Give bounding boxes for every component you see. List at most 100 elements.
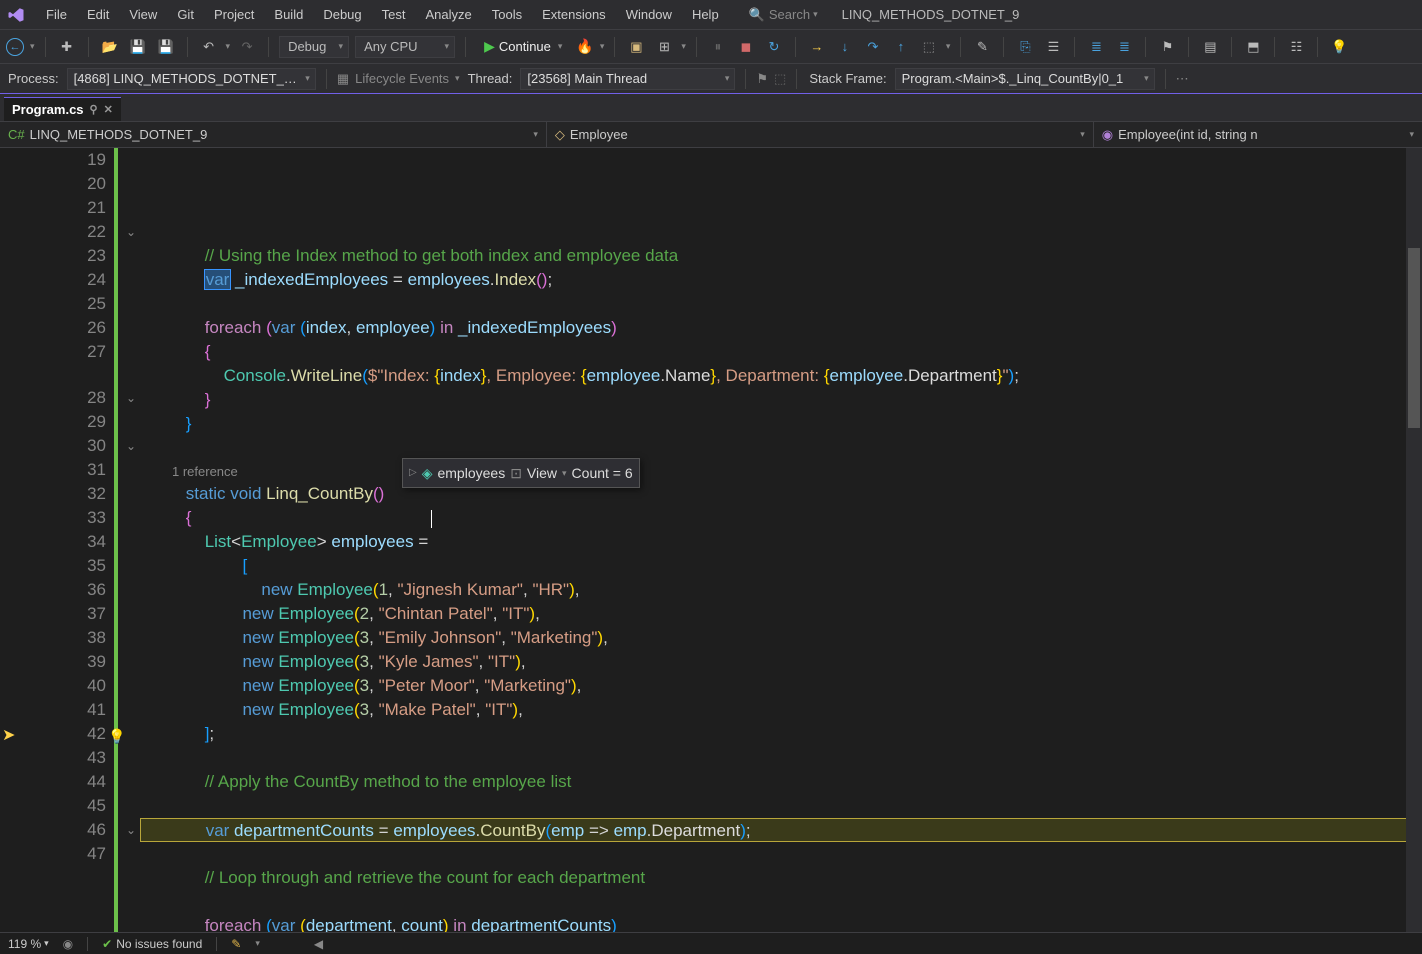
- code-line[interactable]: [140, 890, 1422, 914]
- toolbar-icon[interactable]: ✎: [971, 36, 993, 58]
- chevron-down-icon[interactable]: ▾: [600, 41, 605, 52]
- restart-button[interactable]: ↻: [763, 36, 785, 58]
- toolbar-icon[interactable]: ⬒: [1242, 36, 1264, 58]
- codelens-line[interactable]: 1 reference: [140, 460, 1422, 482]
- menu-tools[interactable]: Tools: [482, 3, 532, 26]
- code-line[interactable]: var _indexedEmployees = employees.Index(…: [140, 268, 1422, 292]
- menu-extensions[interactable]: Extensions: [532, 3, 616, 26]
- pin-icon[interactable]: ⚲: [90, 103, 98, 116]
- tab-program-cs[interactable]: Program.cs ⚲ ✕: [4, 97, 121, 121]
- save-button[interactable]: 💾: [127, 36, 149, 58]
- menu-file[interactable]: File: [36, 3, 77, 26]
- zoom-control[interactable]: 119 % ▾: [8, 937, 49, 951]
- scroll-left-icon[interactable]: ◀: [314, 937, 323, 951]
- code-line[interactable]: [140, 292, 1422, 316]
- hot-reload-button[interactable]: 🔥: [576, 38, 593, 55]
- menu-debug[interactable]: Debug: [313, 3, 371, 26]
- code-line[interactable]: [140, 842, 1422, 866]
- issues-indicator[interactable]: ✔ No issues found: [102, 937, 202, 951]
- code-line[interactable]: new Employee(3, "Make Patel", "IT"),: [140, 698, 1422, 722]
- view-icon[interactable]: ⊡: [510, 461, 522, 485]
- code-area[interactable]: ▷ ◈ employees ⊡ View ▾ Count = 6 // Usin…: [140, 148, 1422, 932]
- menu-edit[interactable]: Edit: [77, 3, 119, 26]
- code-line[interactable]: [140, 436, 1422, 460]
- open-folder-button[interactable]: 📂: [99, 36, 121, 58]
- menu-test[interactable]: Test: [372, 3, 416, 26]
- menu-view[interactable]: View: [119, 3, 167, 26]
- code-line[interactable]: new Employee(3, "Peter Moor", "Marketing…: [140, 674, 1422, 698]
- toolbar-icon[interactable]: ⬚: [774, 71, 786, 87]
- menu-analyze[interactable]: Analyze: [415, 3, 481, 26]
- code-line[interactable]: static void Linq_CountBy(): [140, 482, 1422, 506]
- undo-button[interactable]: ↶: [198, 36, 220, 58]
- save-all-button[interactable]: 💾: [155, 36, 177, 58]
- toolbar-icon[interactable]: ▤: [1199, 36, 1221, 58]
- status-icon[interactable]: ◉: [63, 937, 73, 951]
- code-line[interactable]: [140, 794, 1422, 818]
- close-icon[interactable]: ✕: [104, 103, 113, 116]
- chevron-down-icon[interactable]: ▾: [30, 41, 35, 52]
- chevron-down-icon[interactable]: ▾: [946, 41, 951, 52]
- show-next-statement-button[interactable]: →: [806, 36, 828, 58]
- continue-button[interactable]: ▶ Continue ▾: [476, 36, 570, 57]
- nav-project[interactable]: C# LINQ_METHODS_DOTNET_9: [0, 122, 547, 147]
- config-dropdown[interactable]: Debug: [279, 36, 349, 58]
- datatip-view[interactable]: View: [527, 461, 557, 485]
- search-box[interactable]: 🔍 Search ▾: [749, 7, 818, 23]
- code-line[interactable]: // Using the Index method to get both in…: [140, 244, 1422, 268]
- code-line[interactable]: new Employee(2, "Chintan Patel", "IT"),: [140, 602, 1422, 626]
- fold-column[interactable]: ⌄⌄⌄⌄: [122, 148, 140, 932]
- step-over-button[interactable]: ↷: [862, 36, 884, 58]
- platform-dropdown[interactable]: Any CPU: [355, 36, 455, 58]
- vertical-scrollbar[interactable]: [1406, 148, 1422, 932]
- code-line[interactable]: var departmentCounts = employees.CountBy…: [140, 818, 1422, 842]
- bookmark-button[interactable]: ⚑: [1156, 36, 1178, 58]
- toolbar-icon[interactable]: ⎘: [1014, 36, 1036, 58]
- code-line[interactable]: new Employee(3, "Emily Johnson", "Market…: [140, 626, 1422, 650]
- code-line[interactable]: }: [140, 412, 1422, 436]
- code-line[interactable]: [140, 746, 1422, 770]
- step-into-button[interactable]: ↓: [834, 36, 856, 58]
- nav-member[interactable]: ◉ Employee(int id, string n: [1094, 122, 1422, 147]
- toolbar-icon[interactable]: ≣: [1085, 36, 1107, 58]
- code-line[interactable]: new Employee(3, "Kyle James", "IT"),: [140, 650, 1422, 674]
- pause-button[interactable]: ⏸: [707, 36, 729, 58]
- nav-class[interactable]: ◇ Employee: [547, 122, 1094, 147]
- status-icon[interactable]: ✎: [231, 937, 241, 951]
- menu-window[interactable]: Window: [616, 3, 682, 26]
- code-line[interactable]: foreach (var (index, employee) in _index…: [140, 316, 1422, 340]
- chevron-down-icon[interactable]: ▾: [255, 938, 260, 949]
- stop-button[interactable]: ◼: [735, 36, 757, 58]
- intellicode-button[interactable]: 💡: [1328, 36, 1350, 58]
- new-item-button[interactable]: ✚: [56, 36, 78, 58]
- expand-icon[interactable]: ▷: [409, 461, 417, 485]
- toolbar-icon[interactable]: ⬚: [918, 36, 940, 58]
- chevron-down-icon[interactable]: ▾: [455, 73, 460, 84]
- code-line[interactable]: ];: [140, 722, 1422, 746]
- menu-build[interactable]: Build: [264, 3, 313, 26]
- toolbar-icon[interactable]: ⊞: [653, 36, 675, 58]
- menu-project[interactable]: Project: [204, 3, 264, 26]
- toolbar-icon[interactable]: ≣: [1113, 36, 1135, 58]
- lifecycle-icon[interactable]: ▦: [337, 71, 349, 87]
- toolbar-icon[interactable]: ☷: [1285, 36, 1307, 58]
- nav-back-button[interactable]: ←: [6, 38, 24, 56]
- code-line[interactable]: [: [140, 554, 1422, 578]
- process-dropdown[interactable]: [4868] LINQ_METHODS_DOTNET_…: [67, 68, 316, 90]
- flag-button[interactable]: ⚑: [756, 71, 768, 87]
- toolbar-icon[interactable]: ☰: [1042, 36, 1064, 58]
- datatip-tooltip[interactable]: ▷ ◈ employees ⊡ View ▾ Count = 6: [402, 458, 640, 488]
- code-line[interactable]: {: [140, 506, 1422, 530]
- step-out-button[interactable]: ↑: [890, 36, 912, 58]
- code-line[interactable]: // Loop through and retrieve the count f…: [140, 866, 1422, 890]
- stackframe-dropdown[interactable]: Program.<Main>$._Linq_CountBy|0_1: [895, 68, 1155, 90]
- menu-help[interactable]: Help: [682, 3, 729, 26]
- chevron-down-icon[interactable]: ▾: [226, 41, 231, 52]
- code-line[interactable]: // Apply the CountBy method to the emplo…: [140, 770, 1422, 794]
- code-line[interactable]: {: [140, 340, 1422, 364]
- menu-git[interactable]: Git: [167, 3, 204, 26]
- code-line[interactable]: foreach (var (department, count) in depa…: [140, 914, 1422, 932]
- code-editor[interactable]: 1920212223242526272829303132333435363738…: [0, 148, 1422, 932]
- toolbar-overflow[interactable]: ⋯: [1176, 71, 1189, 87]
- toolbar-icon[interactable]: ▣: [625, 36, 647, 58]
